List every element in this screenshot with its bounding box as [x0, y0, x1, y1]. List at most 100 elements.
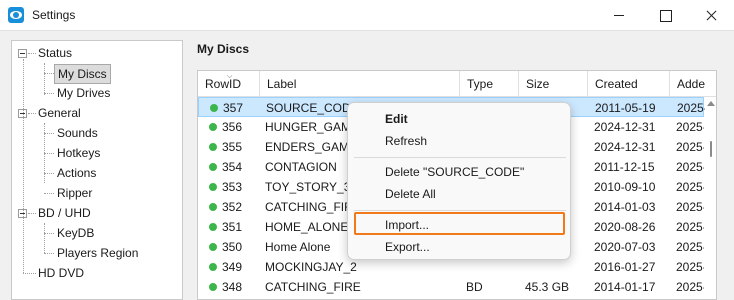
column-header-label: RowID: [205, 77, 242, 91]
collapse-status-icon[interactable]: [18, 49, 27, 58]
tree-item-bd-uhd[interactable]: BD / UHD: [38, 203, 91, 223]
cell-rowid: 356: [222, 120, 243, 134]
status-dot-icon: [209, 283, 217, 291]
settings-tree: Status My Discs My Drives General Sounds…: [11, 40, 183, 300]
column-header-label[interactable]: Label: [260, 71, 460, 97]
column-header-size[interactable]: Size: [519, 71, 588, 97]
tree-connector: [23, 273, 36, 274]
tree-item-sounds[interactable]: Sounds: [57, 123, 98, 143]
cell-created: 2011-05-19: [595, 101, 656, 115]
menu-item-refresh[interactable]: Refresh: [385, 131, 427, 151]
tree-item-players-region[interactable]: Players Region: [57, 243, 138, 263]
cell-rowid: 357: [223, 101, 244, 115]
cell-added: 2025-: [676, 280, 704, 294]
cell-rowid: 353: [222, 180, 243, 194]
cell-added: 2025-: [676, 180, 704, 194]
cell-created: 2010-09-10: [594, 180, 656, 194]
cell-rowid: 355: [222, 140, 243, 154]
tree-item-general[interactable]: General: [38, 103, 81, 123]
maximize-button[interactable]: [642, 0, 688, 31]
cell-created: 2016-01-27: [594, 260, 656, 274]
tree-connector: [28, 113, 36, 114]
cell-type: BD: [466, 280, 483, 294]
menu-item-delete-all[interactable]: Delete All: [385, 184, 436, 204]
cell-rowid: 350: [222, 240, 243, 254]
context-menu: Edit Refresh Delete "SOURCE_CODE" Delete…: [347, 102, 571, 260]
table-header: ⌵ RowID Label Type Size Created Adde: [198, 71, 716, 97]
scroll-up-icon[interactable]: [707, 101, 715, 106]
cell-rowid: 354: [222, 160, 243, 174]
minimize-button[interactable]: [596, 0, 642, 31]
cell-added: 2025-: [677, 101, 705, 115]
cell-label: MOCKINGJAY_2: [265, 260, 357, 274]
cell-created: 2014-01-03: [594, 200, 656, 214]
cell-created: 2014-01-17: [594, 280, 656, 294]
tree-connector: [44, 133, 54, 134]
cell-size: [525, 257, 587, 277]
table-row[interactable]: 348 CATCHING_FIRE BD 45.3 GB 2014-01-17 …: [198, 277, 704, 297]
status-dot-icon: [209, 143, 217, 151]
status-dot-icon: [209, 263, 217, 271]
cell-created: 2020-07-03: [594, 240, 656, 254]
tree-item-ripper[interactable]: Ripper: [57, 183, 92, 203]
scroll-thumb[interactable]: [710, 141, 712, 157]
sort-down-icon: ⌵: [227, 73, 233, 80]
status-dot-icon: [209, 123, 217, 131]
title-bar: Settings: [0, 0, 734, 31]
tree-connector: [28, 213, 36, 214]
cell-added: 2025-: [676, 120, 704, 134]
status-dot-icon: [209, 183, 217, 191]
cell-rowid: 348: [222, 280, 243, 294]
status-dot-icon: [209, 223, 217, 231]
app-eye-icon: [8, 7, 24, 23]
menu-item-edit[interactable]: Edit: [385, 109, 408, 129]
cell-added: 2025-: [676, 260, 704, 274]
tree-item-keydb[interactable]: KeyDB: [57, 223, 94, 243]
tree-item-my-drives[interactable]: My Drives: [57, 83, 110, 103]
tree-item-hotkeys[interactable]: Hotkeys: [57, 143, 100, 163]
cell-created: 2020-08-26: [594, 220, 656, 234]
menu-separator: [354, 157, 566, 158]
cell-added: 2025-: [676, 240, 704, 254]
tree-item-my-discs[interactable]: My Discs: [54, 64, 111, 84]
status-dot-icon: [209, 243, 217, 251]
tree-connector: [44, 63, 45, 95]
tree-connector: [44, 173, 54, 174]
cell-rowid: 352: [222, 200, 243, 214]
menu-item-export[interactable]: Export...: [385, 237, 430, 257]
cell-label: CATCHING_FIRE: [265, 280, 361, 294]
cell-added: 2025-: [676, 140, 704, 154]
vertical-scrollbar[interactable]: [705, 97, 716, 299]
column-header-type[interactable]: Type: [460, 71, 519, 97]
status-dot-icon: [209, 203, 217, 211]
column-header-added[interactable]: Adde: [670, 71, 716, 97]
cell-created: 2024-12-31: [594, 120, 656, 134]
menu-item-delete[interactable]: Delete "SOURCE_CODE": [385, 162, 524, 182]
window-title: Settings: [32, 8, 76, 22]
tree-connector: [44, 253, 54, 254]
status-dot-icon: [209, 163, 217, 171]
cell-created: 2024-12-31: [594, 140, 656, 154]
tree-item-hd-dvd[interactable]: HD DVD: [38, 263, 84, 283]
column-header-created[interactable]: Created: [588, 71, 670, 97]
tree-item-status[interactable]: Status: [38, 43, 72, 63]
menu-separator: [354, 210, 566, 211]
status-dot-icon: [210, 104, 218, 112]
tree-connector: [44, 223, 45, 253]
tree-connector: [44, 153, 54, 154]
cell-rowid: 351: [222, 220, 243, 234]
column-header-rowid[interactable]: ⌵ RowID: [198, 71, 260, 97]
page-title: My Discs: [197, 42, 250, 56]
menu-item-import[interactable]: Import...: [385, 215, 429, 235]
tree-connector: [44, 73, 54, 74]
cell-created: 2011-12-15: [594, 160, 655, 174]
tree-item-actions[interactable]: Actions: [57, 163, 96, 183]
tree-connector: [44, 193, 54, 194]
cell-added: 2025-: [676, 220, 704, 234]
cell-type: [466, 257, 518, 277]
close-button[interactable]: [688, 0, 734, 31]
tree-connector: [44, 233, 54, 234]
table-row[interactable]: 349 MOCKINGJAY_2 2016-01-27 2025-: [198, 257, 704, 277]
cell-size: 45.3 GB: [525, 280, 570, 294]
tree-connector: [28, 53, 36, 54]
